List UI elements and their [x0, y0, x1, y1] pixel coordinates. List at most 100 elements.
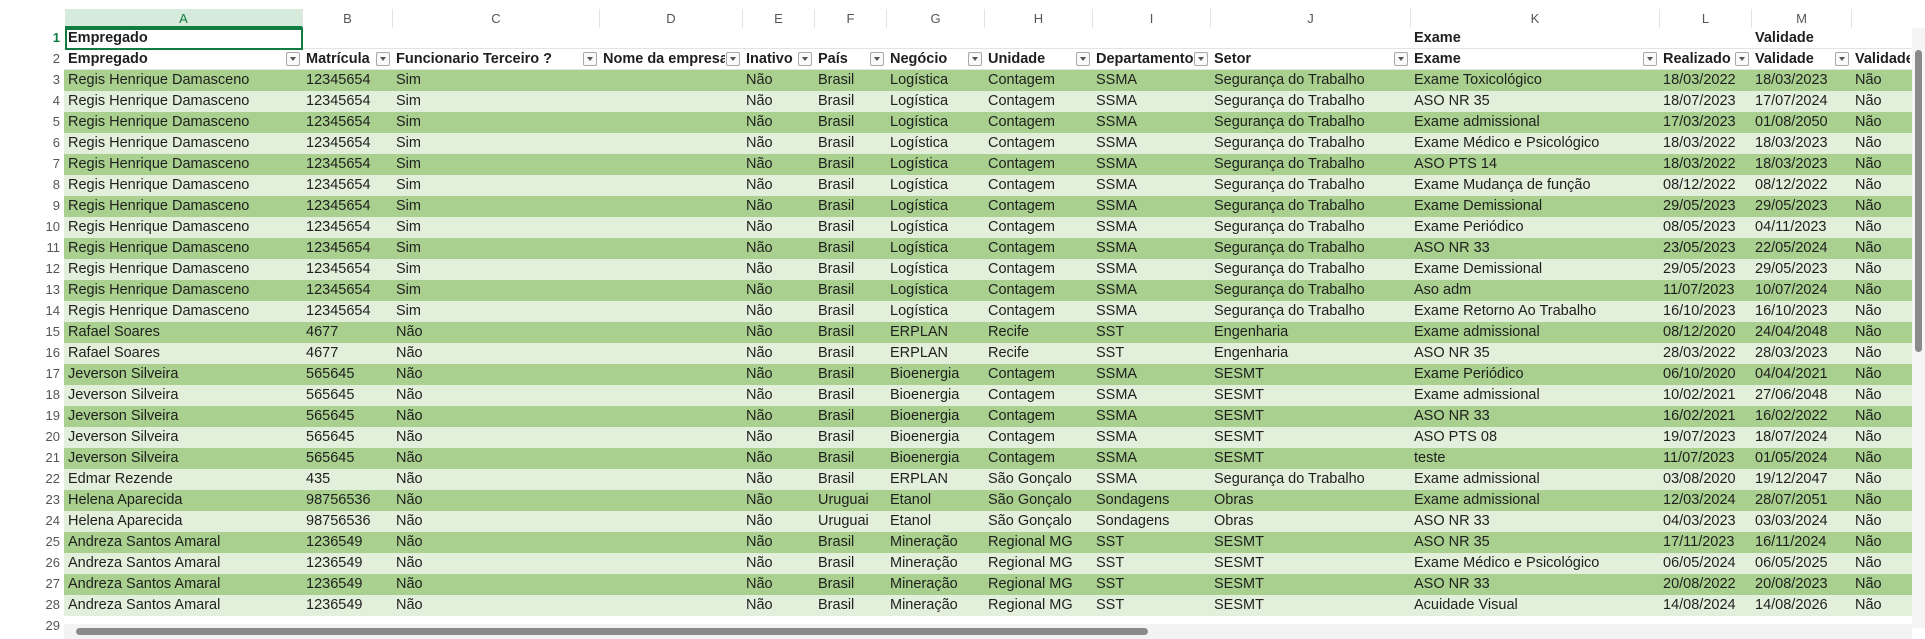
table-cell[interactable]: Não: [743, 322, 815, 342]
table-cell[interactable]: Não: [1852, 553, 1912, 573]
header-cell-i[interactable]: Departamento: [1093, 49, 1193, 69]
table-cell[interactable]: Brasil: [815, 217, 887, 237]
table-cell[interactable]: ASO PTS 08: [1411, 427, 1660, 447]
table-cell[interactable]: 19/07/2023: [1660, 427, 1752, 447]
table-cell[interactable]: Segurança do Trabalho: [1211, 154, 1411, 174]
row-number[interactable]: 26: [18, 553, 62, 574]
table-cell[interactable]: Sim: [393, 91, 600, 111]
header-cell-f[interactable]: País: [815, 49, 869, 69]
table-cell[interactable]: 28/03/2022: [1660, 343, 1752, 363]
table-cell[interactable]: Logística: [887, 217, 985, 237]
table-cell[interactable]: Não: [743, 238, 815, 258]
table-cell[interactable]: Não: [1852, 574, 1912, 594]
table-cell[interactable]: Logística: [887, 238, 985, 258]
table-cell[interactable]: São Gonçalo: [985, 469, 1093, 489]
table-cell[interactable]: Regis Henrique Damasceno: [65, 133, 303, 153]
table-cell[interactable]: Exame Retorno Ao Trabalho: [1411, 301, 1660, 321]
row-number[interactable]: 15: [18, 322, 62, 343]
table-cell[interactable]: Contagem: [985, 175, 1093, 195]
table-cell[interactable]: Obras: [1211, 490, 1411, 510]
horizontal-scrollbar[interactable]: [64, 624, 1912, 639]
table-cell[interactable]: 10/02/2021: [1660, 385, 1752, 405]
table-cell[interactable]: Não: [1852, 112, 1912, 132]
table-cell[interactable]: Exame Médico e Psicológico: [1411, 133, 1660, 153]
filter-dropdown-icon[interactable]: [870, 52, 884, 66]
table-cell[interactable]: Sim: [393, 70, 600, 90]
table-cell[interactable]: Recife: [985, 343, 1093, 363]
table-cell[interactable]: Segurança do Trabalho: [1211, 196, 1411, 216]
table-cell[interactable]: Segurança do Trabalho: [1211, 133, 1411, 153]
row-number[interactable]: 5: [18, 112, 62, 133]
header-cell-k[interactable]: Exame: [1411, 49, 1642, 69]
horizontal-scroll-thumb[interactable]: [76, 628, 1148, 635]
vertical-scroll-thumb[interactable]: [1915, 50, 1922, 352]
table-cell[interactable]: Não: [743, 406, 815, 426]
table-cell[interactable]: São Gonçalo: [985, 490, 1093, 510]
table-cell[interactable]: Uruguai: [815, 490, 887, 510]
table-cell[interactable]: Não: [393, 490, 600, 510]
table-cell[interactable]: Não: [393, 511, 600, 531]
table-cell[interactable]: Mineração: [887, 574, 985, 594]
table-cell[interactable]: Exame admissional: [1411, 322, 1660, 342]
table-cell[interactable]: 14/08/2024: [1660, 595, 1752, 615]
header-cell-d[interactable]: Nome da empresa: [600, 49, 725, 69]
table-cell[interactable]: Brasil: [815, 406, 887, 426]
table-cell[interactable]: 19/12/2047: [1752, 469, 1852, 489]
table-cell[interactable]: Sim: [393, 154, 600, 174]
column-header-m[interactable]: M: [1752, 9, 1852, 28]
table-cell[interactable]: 12345654: [303, 154, 393, 174]
table-cell[interactable]: Brasil: [815, 427, 887, 447]
table-cell[interactable]: Mineração: [887, 532, 985, 552]
table-cell[interactable]: 16/02/2022: [1752, 406, 1852, 426]
table-cell[interactable]: SSMA: [1093, 175, 1211, 195]
table-cell[interactable]: Não: [743, 154, 815, 174]
table-cell[interactable]: 06/05/2024: [1660, 553, 1752, 573]
table-cell[interactable]: SSMA: [1093, 133, 1211, 153]
table-cell[interactable]: Não: [1852, 70, 1912, 90]
table-cell[interactable]: Contagem: [985, 196, 1093, 216]
table-cell[interactable]: 04/04/2021: [1752, 364, 1852, 384]
header-cell-b[interactable]: Matrícula: [303, 49, 375, 69]
table-cell[interactable]: 04/11/2023: [1752, 217, 1852, 237]
table-cell[interactable]: 03/08/2020: [1660, 469, 1752, 489]
table-cell[interactable]: Bioenergia: [887, 448, 985, 468]
vertical-scrollbar[interactable]: [1912, 28, 1925, 628]
table-cell[interactable]: Brasil: [815, 112, 887, 132]
table-cell[interactable]: Regional MG: [985, 574, 1093, 594]
table-cell[interactable]: 1236549: [303, 574, 393, 594]
table-cell[interactable]: SSMA: [1093, 238, 1211, 258]
table-cell[interactable]: SESMT: [1211, 595, 1411, 615]
table-cell[interactable]: SSMA: [1093, 469, 1211, 489]
table-cell[interactable]: Não: [743, 91, 815, 111]
table-cell[interactable]: SST: [1093, 574, 1211, 594]
table-cell[interactable]: ASO PTS 14: [1411, 154, 1660, 174]
table-cell[interactable]: 565645: [303, 427, 393, 447]
table-cell[interactable]: 4677: [303, 322, 393, 342]
table-cell[interactable]: 18/03/2022: [1660, 133, 1752, 153]
table-cell[interactable]: ERPLAN: [887, 343, 985, 363]
table-cell[interactable]: Mineração: [887, 553, 985, 573]
table-cell[interactable]: Andreza Santos Amaral: [65, 532, 303, 552]
table-cell[interactable]: Segurança do Trabalho: [1211, 70, 1411, 90]
table-cell[interactable]: Não: [393, 595, 600, 615]
row1-m[interactable]: Validade: [1752, 28, 1850, 48]
table-cell[interactable]: 12/03/2024: [1660, 490, 1752, 510]
table-cell[interactable]: Não: [743, 217, 815, 237]
table-cell[interactable]: Não: [393, 553, 600, 573]
table-cell[interactable]: SSMA: [1093, 91, 1211, 111]
table-cell[interactable]: Brasil: [815, 343, 887, 363]
table-cell[interactable]: Não: [393, 574, 600, 594]
table-cell[interactable]: SESMT: [1211, 406, 1411, 426]
table-cell[interactable]: Contagem: [985, 217, 1093, 237]
row-number[interactable]: 28: [18, 595, 62, 616]
header-cell-g[interactable]: Negócio: [887, 49, 967, 69]
row-number[interactable]: 24: [18, 511, 62, 532]
table-cell[interactable]: 12345654: [303, 259, 393, 279]
table-cell[interactable]: Brasil: [815, 280, 887, 300]
table-cell[interactable]: Regis Henrique Damasceno: [65, 196, 303, 216]
table-cell[interactable]: Segurança do Trabalho: [1211, 259, 1411, 279]
table-cell[interactable]: SSMA: [1093, 217, 1211, 237]
table-cell[interactable]: 20/08/2022: [1660, 574, 1752, 594]
table-cell[interactable]: 11/07/2023: [1660, 280, 1752, 300]
table-cell[interactable]: Logística: [887, 70, 985, 90]
